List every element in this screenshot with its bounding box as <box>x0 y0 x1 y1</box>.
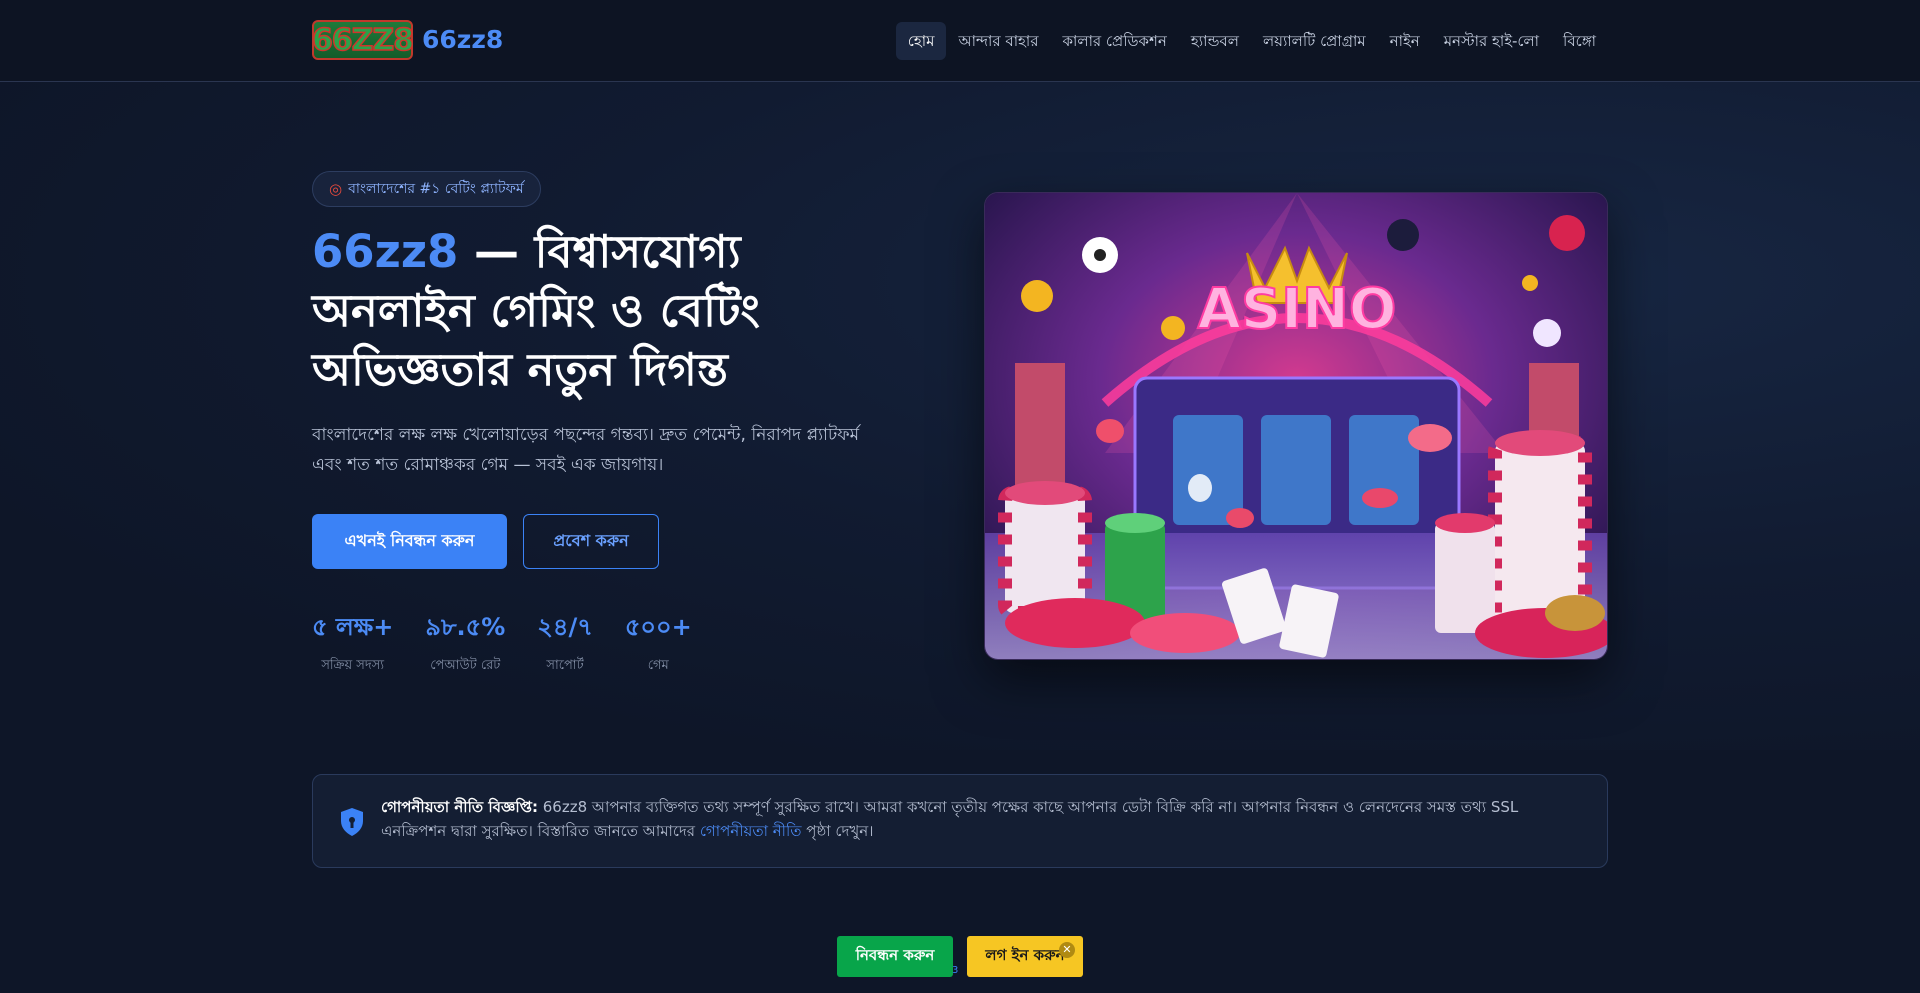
logo-text: 66ZZ8 <box>311 22 415 59</box>
casino-sign-text: ASINO <box>1198 277 1397 342</box>
nav-item-home[interactable]: হোম <box>895 22 947 60</box>
nav-item-andar-bahar[interactable]: আন্দার বাহার <box>946 22 1050 60</box>
nav-item-bingo[interactable]: বিঙ্গো <box>1551 22 1608 60</box>
hero-stats: ৫ লক্ষ+ সক্রিয় সদস্য ৯৮.৫% পেআউট রেট ২৪… <box>312 610 724 677</box>
stat-label: গেম <box>647 658 669 673</box>
stat-label: সক্রিয় সদস্য <box>321 658 385 673</box>
register-now-button[interactable]: এখনই নিবন্ধন করুন <box>312 514 507 569</box>
hero-subtitle: বাংলাদেশের লক্ষ লক্ষ খেলোয়াড়ের পছন্দের… <box>312 425 860 475</box>
login-button[interactable]: প্রবেশ করুন <box>523 514 659 569</box>
nav-item-loyalty-program[interactable]: লয়্যালটি প্রোগ্রাম <box>1251 22 1378 60</box>
nav-item-monster-hi-lo[interactable]: মনস্টার হাই-লো <box>1432 22 1551 60</box>
privacy-notice-tail: পৃষ্ঠা দেখুন। <box>801 822 874 840</box>
stat-games: ৫০০+ গেম <box>625 610 692 677</box>
stat-members: ৫ লক্ষ+ সক্রিয় সদস্য <box>312 610 393 677</box>
nav-item-nine[interactable]: নাইন <box>1378 22 1432 60</box>
hero-section <box>0 82 1920 750</box>
stat-payout: ৯৮.৫% পেআউট রেট <box>425 610 505 677</box>
nav-item-color-prediction[interactable]: কালার প্রেডিকশন <box>1051 22 1179 60</box>
close-icon[interactable]: ✕ <box>1059 942 1075 958</box>
privacy-notice-label: গোপনীয়তা নীতি বিজ্ঞপ্তি: <box>381 798 538 816</box>
target-icon: ◎ <box>329 180 343 198</box>
privacy-notice: গোপনীয়তা নীতি বিজ্ঞপ্তি: 66zz8 আপনার ব্… <box>312 774 1608 868</box>
nav-item-handball[interactable]: হ্যান্ডবল <box>1179 22 1251 60</box>
floating-bar-marker: 3 <box>952 965 959 976</box>
casino-hero-image: ASINO <box>984 192 1608 660</box>
hero-badge: ◎ বাংলাদেশের #১ বেটিং প্ল্যাটফর্ম <box>312 171 541 207</box>
brand-name[interactable]: 66zz8 <box>422 24 503 56</box>
privacy-notice-body: 66zz8 আপনার ব্যক্তিগত তথ্য সম্পূর্ণ সুরক… <box>381 798 1519 840</box>
main-nav: হোম আন্দার বাহার কালার প্রেডিকশন হ্যান্ড… <box>895 22 1608 60</box>
casino-illustration: ASINO <box>985 193 1607 659</box>
shield-icon <box>341 808 363 836</box>
floating-register-button[interactable]: নিবন্ধন করুন <box>837 936 953 977</box>
stat-support: ২৪/৭ সাপোর্ট <box>537 610 593 677</box>
hero-title: 66zz8 — বিশ্বাসযোগ্য অনলাইন গেমিং ও বেটি… <box>312 222 912 399</box>
site-logo[interactable]: 66ZZ8 <box>311 20 415 60</box>
stat-value: ৯৮.৫% <box>425 613 506 641</box>
stat-value: ২৪/৭ <box>537 613 593 641</box>
privacy-notice-text: গোপনীয়তা নীতি বিজ্ঞপ্তি: 66zz8 আপনার ব্… <box>381 795 1581 843</box>
privacy-policy-link[interactable]: গোপনীয়তা নীতি <box>700 822 802 840</box>
stat-label: সাপোর্ট <box>546 658 584 673</box>
stat-value: ৫০০+ <box>624 613 692 641</box>
stat-value: ৫ লক্ষ+ <box>312 613 394 641</box>
badge-text: বাংলাদেশের #১ বেটিং প্ল্যাটফর্ম <box>348 181 524 197</box>
hero-title-accent: 66zz8 <box>312 225 459 278</box>
site-header: 66ZZ8 66zz8 হোম আন্দার বাহার কালার প্রেড… <box>0 0 1920 82</box>
stat-label: পেআউট রেট <box>430 658 501 673</box>
